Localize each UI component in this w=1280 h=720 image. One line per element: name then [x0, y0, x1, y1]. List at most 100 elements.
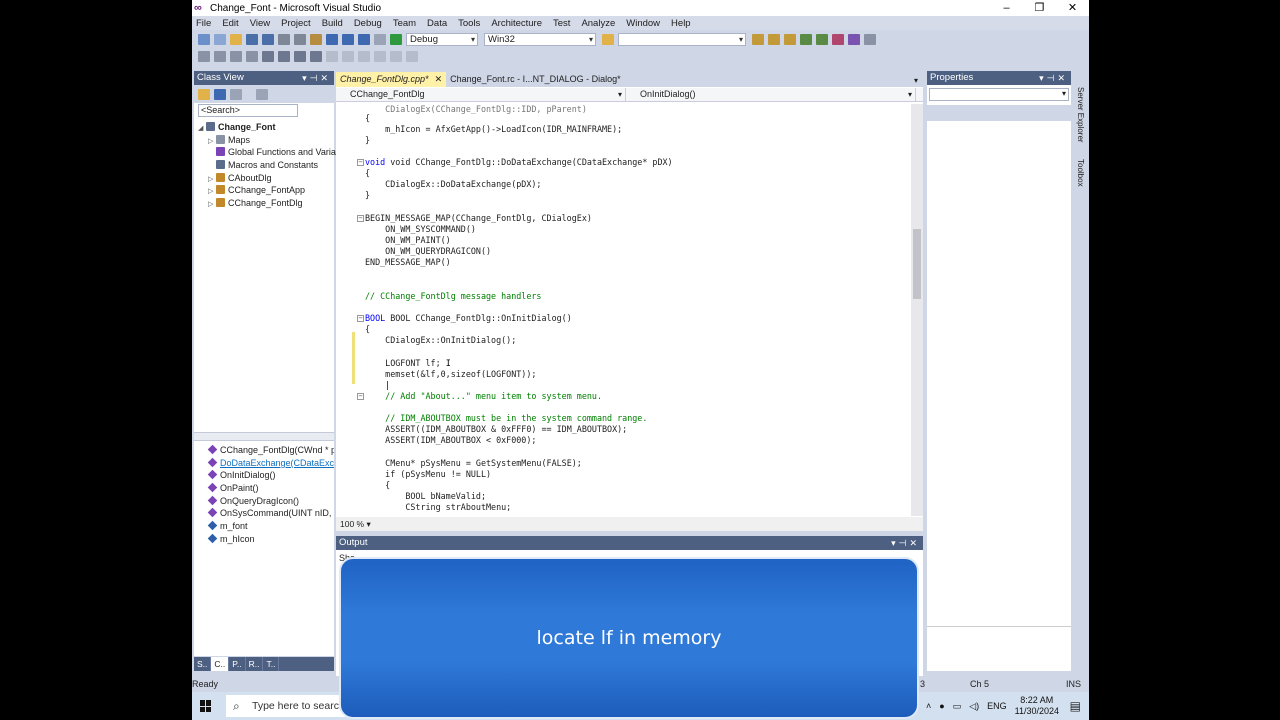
- cut-icon[interactable]: [278, 33, 290, 45]
- settings-icon[interactable]: [256, 88, 268, 100]
- class-view-search-input[interactable]: <Search>: [198, 104, 298, 117]
- close-button[interactable]: ✕: [1056, 0, 1089, 16]
- menu-build[interactable]: Build: [322, 18, 343, 29]
- previous-bookmark-icon[interactable]: [342, 51, 354, 62]
- menu-data[interactable]: Data: [427, 18, 447, 29]
- complete-word-icon[interactable]: [246, 51, 258, 62]
- class-view-icon[interactable]: [848, 33, 860, 45]
- increase-indent-icon[interactable]: [278, 51, 290, 62]
- tab-resource-view[interactable]: R..: [246, 657, 264, 671]
- previous-bookmark-in-folder-icon[interactable]: [374, 51, 386, 62]
- command-window-icon[interactable]: [864, 33, 876, 45]
- tab-property-manager[interactable]: P..: [229, 657, 246, 671]
- editor-vertical-scrollbar[interactable]: [911, 104, 923, 516]
- tree-item-maps[interactable]: ▷ Maps: [194, 134, 334, 147]
- navigate-back-icon[interactable]: [358, 33, 370, 45]
- menu-debug[interactable]: Debug: [354, 18, 382, 29]
- display-object-member-list-icon[interactable]: [198, 51, 210, 62]
- member-m-hicon[interactable]: m_hIcon: [194, 533, 334, 546]
- member-onsyscommand[interactable]: OnSysCommand(UINT nID, LPARAM lParam): [194, 507, 334, 520]
- menu-architecture[interactable]: Architecture: [491, 18, 542, 29]
- zoom-level-combo[interactable]: 100 %: [340, 519, 364, 529]
- add-item-icon[interactable]: [214, 33, 226, 45]
- open-folder-icon[interactable]: [230, 33, 242, 45]
- tab-toolbox[interactable]: Toolbox: [1076, 159, 1085, 187]
- menu-window[interactable]: Window: [626, 18, 660, 29]
- panel-pin-close-icon[interactable]: ▾⊣✕: [891, 536, 920, 550]
- tab-overflow-icon[interactable]: ▾: [909, 76, 923, 87]
- network-icon[interactable]: ▭: [953, 701, 962, 712]
- panel-pin-close-icon[interactable]: ▾⊣✕: [302, 71, 331, 85]
- volume-icon[interactable]: ◁): [969, 701, 979, 712]
- member-onquerydragicon[interactable]: OnQueryDragIcon(): [194, 495, 334, 508]
- member-constructor[interactable]: CChange_FontDlg(CWnd * pParent): [194, 444, 334, 457]
- solution-configuration-combo[interactable]: Debug: [406, 32, 478, 46]
- uncomment-icon[interactable]: [310, 51, 322, 62]
- paste-icon[interactable]: [310, 33, 322, 45]
- solution-platform-combo[interactable]: Win32: [484, 32, 596, 46]
- panel-pin-close-icon[interactable]: ▾⊣✕: [1039, 71, 1068, 85]
- member-navigation-combo[interactable]: OnInitDialog(): [626, 88, 916, 101]
- menu-edit[interactable]: Edit: [222, 18, 238, 29]
- next-bookmark-in-folder-icon[interactable]: [390, 51, 402, 62]
- tree-item-cchange-fontapp[interactable]: ▷ CChange_FontApp: [194, 184, 334, 197]
- windows-start-icon[interactable]: [200, 700, 212, 712]
- tab-change-fontdlg-cpp[interactable]: Change_FontDlg.cpp* ✕: [336, 72, 447, 87]
- member-dodataexchange[interactable]: DoDataExchange(CDataExchange * pDX): [194, 457, 334, 470]
- member-m-font[interactable]: m_font: [194, 520, 334, 533]
- collapse-region-icon[interactable]: −: [357, 393, 364, 400]
- scrollbar-thumb[interactable]: [913, 229, 921, 299]
- start-page-icon[interactable]: [816, 33, 828, 45]
- back-icon[interactable]: [214, 88, 226, 100]
- menu-test[interactable]: Test: [553, 18, 570, 29]
- show-hidden-icons-icon[interactable]: ˄: [926, 701, 931, 711]
- tree-item-project[interactable]: ◢ Change_Font: [194, 121, 334, 134]
- close-tab-icon[interactable]: ✕: [435, 74, 443, 84]
- save-all-icon[interactable]: [262, 33, 274, 45]
- menu-tools[interactable]: Tools: [458, 18, 480, 29]
- tab-team-explorer[interactable]: T..: [263, 657, 280, 671]
- tree-item-global-functions[interactable]: Global Functions and Variables: [194, 146, 352, 159]
- find-in-files-icon[interactable]: [602, 33, 614, 45]
- microphone-icon[interactable]: ●: [939, 701, 944, 711]
- restore-button[interactable]: ❐: [1023, 0, 1056, 16]
- class-navigation-combo[interactable]: CChange_FontDlg: [336, 88, 626, 101]
- menu-help[interactable]: Help: [671, 18, 691, 29]
- comment-out-icon[interactable]: [294, 51, 306, 62]
- next-bookmark-icon[interactable]: [358, 51, 370, 62]
- minimize-button[interactable]: –: [990, 0, 1023, 16]
- forward-icon[interactable]: [230, 88, 242, 100]
- collapse-region-icon[interactable]: −: [357, 215, 364, 222]
- menu-view[interactable]: View: [250, 18, 270, 29]
- decrease-indent-icon[interactable]: [262, 51, 274, 62]
- menu-file[interactable]: File: [196, 18, 211, 29]
- toggle-bookmark-icon[interactable]: [326, 51, 338, 62]
- parameter-info-icon[interactable]: [214, 51, 226, 62]
- toolbox-icon[interactable]: [800, 33, 812, 45]
- expand-icon[interactable]: ▷: [208, 199, 216, 212]
- undo-icon[interactable]: [326, 33, 338, 45]
- save-icon[interactable]: [246, 33, 258, 45]
- copy-icon[interactable]: [294, 33, 306, 45]
- properties-object-combo[interactable]: [929, 88, 1069, 101]
- object-browser-icon[interactable]: [784, 33, 796, 45]
- language-indicator[interactable]: ENG: [987, 701, 1007, 711]
- start-debugging-icon[interactable]: [390, 33, 402, 45]
- navigate-forward-icon[interactable]: [374, 33, 386, 45]
- new-project-icon[interactable]: [198, 33, 210, 45]
- tree-item-macros[interactable]: Macros and Constants: [194, 159, 334, 172]
- tab-change-font-rc[interactable]: Change_Font.rc - I...NT_DIALOG - Dialog*: [446, 72, 625, 87]
- tab-server-explorer[interactable]: Server Explorer: [1076, 87, 1085, 143]
- taskbar-search-input[interactable]: ⌕ Type here to search: [226, 695, 346, 717]
- notification-icon[interactable]: ▤: [1070, 699, 1081, 713]
- tab-class-view[interactable]: C..: [211, 657, 230, 671]
- collapse-region-icon[interactable]: −: [357, 159, 364, 166]
- clear-bookmarks-icon[interactable]: [406, 51, 418, 62]
- member-onpaint[interactable]: OnPaint(): [194, 482, 334, 495]
- redo-icon[interactable]: [342, 33, 354, 45]
- member-oninitdialog[interactable]: OnInitDialog(): [194, 469, 334, 482]
- tree-item-cchange-fontdlg[interactable]: ▷ CChange_FontDlg: [194, 197, 334, 210]
- new-folder-icon[interactable]: [198, 88, 210, 100]
- menu-analyze[interactable]: Analyze: [581, 18, 615, 29]
- tree-item-caboutdlg[interactable]: ▷ CAboutDlg: [194, 172, 334, 185]
